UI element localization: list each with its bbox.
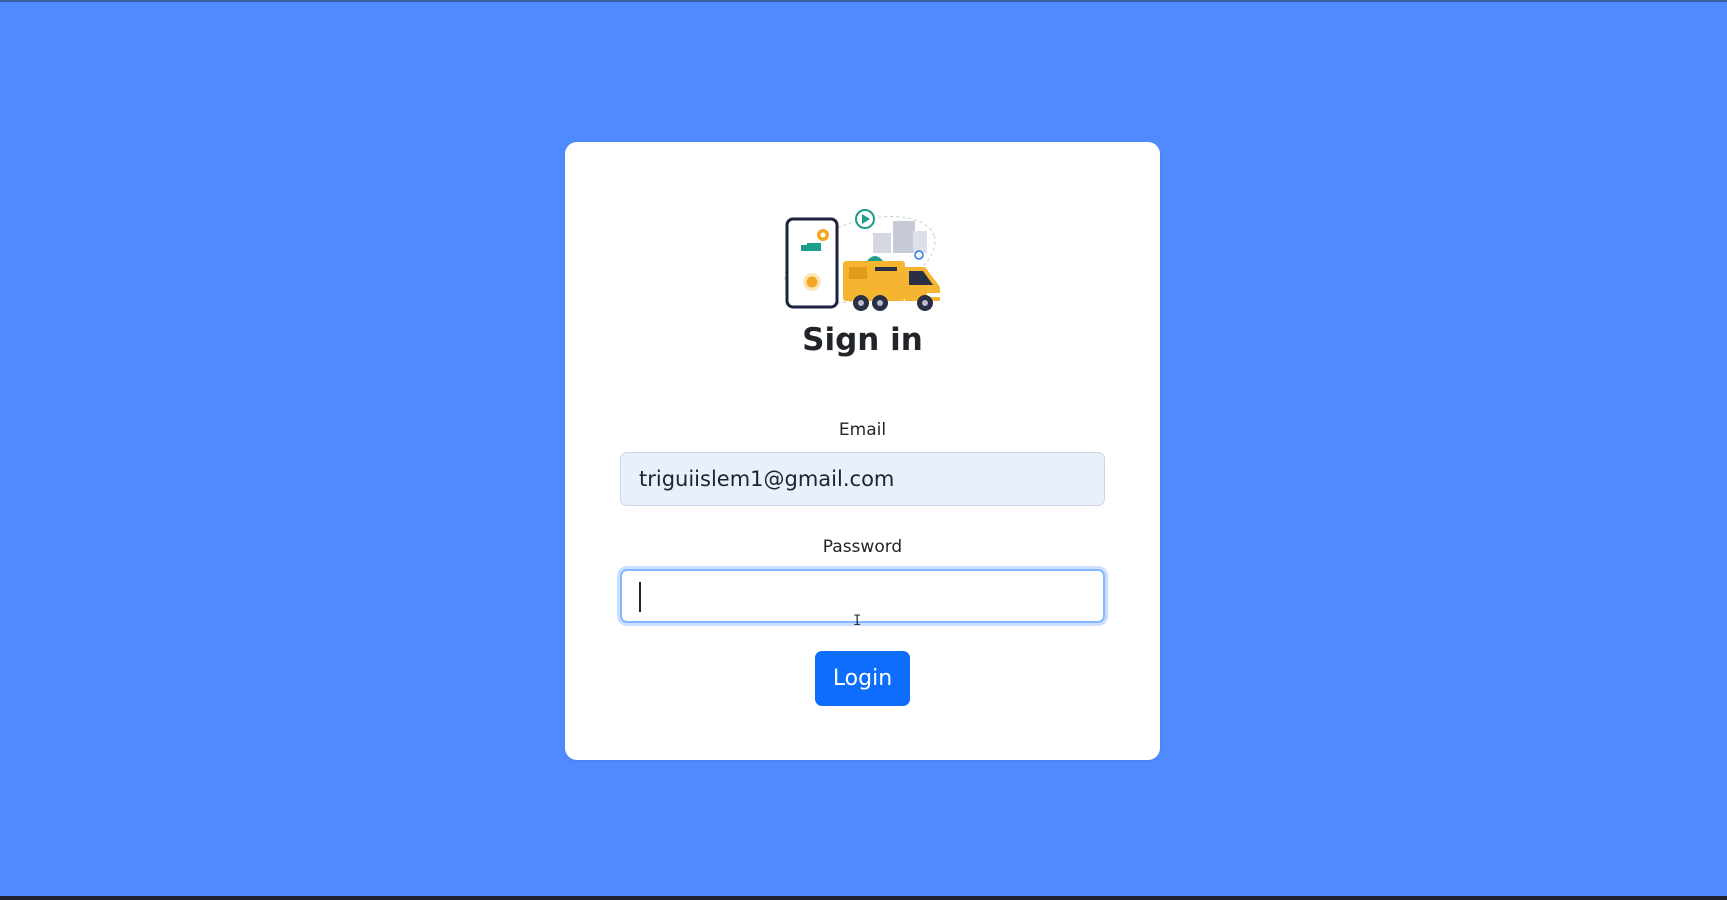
password-field[interactable] [620,569,1105,623]
password-label: Password [822,537,903,557]
login-card: Sign in Email Password I Login [565,142,1160,760]
text-caret [639,582,641,612]
email-label: Email [838,420,887,440]
delivery-truck-illustration-icon [784,209,940,311]
ibeam-cursor-icon: I [853,613,862,629]
page-title: Sign in [802,322,923,358]
login-button[interactable]: Login [815,651,910,706]
top-border [0,0,1727,2]
email-field[interactable] [620,452,1105,506]
bottom-border [0,896,1727,900]
